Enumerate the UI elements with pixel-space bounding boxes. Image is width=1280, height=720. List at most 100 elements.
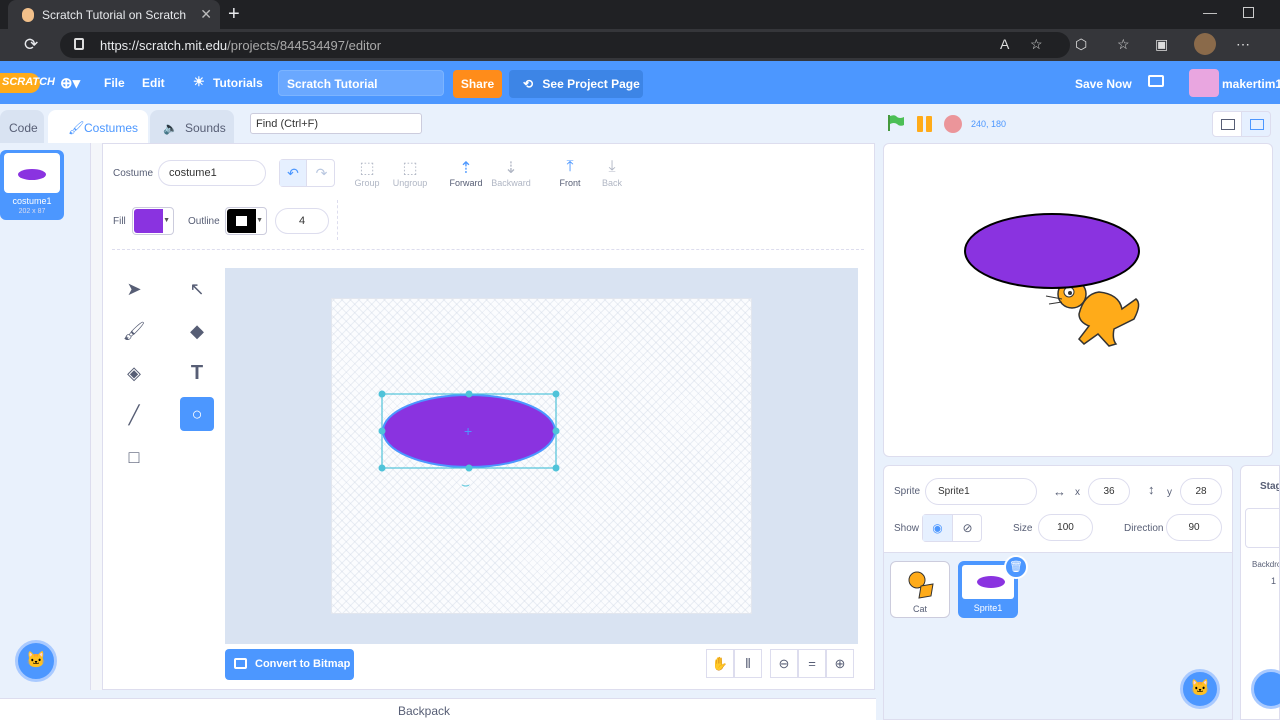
backdrop-thumbnail[interactable] [1245, 508, 1279, 548]
close-tab-icon[interactable]: ✕ [200, 6, 212, 23]
circle-tool[interactable]: ○ [180, 397, 214, 431]
y-input[interactable]: 28 [1180, 478, 1222, 505]
browser-tab[interactable]: Scratch Tutorial on Scratch ✕ [8, 0, 220, 29]
more-icon[interactable]: ⋯ [1236, 36, 1250, 53]
costume-name-input[interactable]: costume1 [158, 160, 266, 186]
rectangle-tool[interactable]: □ [117, 440, 151, 474]
my-stuff-folder-icon[interactable] [1148, 75, 1164, 87]
see-project-icon: ⟲ [523, 77, 537, 91]
sprite-tile-cat[interactable]: Cat [890, 561, 950, 618]
username[interactable]: makertim13 [1222, 77, 1280, 91]
project-title-input[interactable]: Scratch Tutorial [278, 70, 444, 96]
large-stage-button[interactable] [1241, 111, 1271, 137]
chevron-down-icon: ▼ [256, 217, 263, 224]
backdrops-label: Backdrops [1252, 560, 1279, 569]
lock-icon[interactable] [74, 38, 84, 50]
tutorials-bulb-icon: ☀ [193, 74, 205, 89]
fill-color-swatch [134, 209, 163, 233]
maximize-icon[interactable] [1243, 7, 1254, 18]
front-button[interactable]: ⤒ Front [555, 158, 585, 188]
favorites-bar-icon[interactable]: ☆ [1117, 36, 1130, 53]
read-aloud-icon[interactable]: A [1000, 36, 1009, 52]
save-now-button[interactable]: Save Now [1075, 77, 1132, 91]
size-input[interactable]: 100 [1038, 514, 1093, 541]
costume-tile[interactable]: costume1 202 x 87 [0, 150, 64, 220]
reload-icon[interactable]: ⟳ [24, 35, 38, 55]
green-flag-icon[interactable] [887, 114, 905, 132]
outline-width-input[interactable]: 4 [275, 208, 329, 234]
convert-to-bitmap-button[interactable]: Convert to Bitmap [225, 649, 354, 680]
redo-button[interactable]: ↷ [308, 160, 335, 186]
brush-tool[interactable]: 🖌 [117, 314, 151, 348]
new-tab-icon[interactable]: + [228, 3, 240, 26]
fill-tool[interactable]: ◈ [117, 356, 151, 390]
tab-sounds[interactable]: 🔈 Sounds [150, 110, 234, 143]
choose-sprite-fab[interactable]: 🐱 [1180, 669, 1220, 709]
browser-tabbar: Scratch Tutorial on Scratch ✕ + — [0, 0, 1280, 29]
collections-icon[interactable]: ▣ [1155, 36, 1168, 53]
forward-button[interactable]: ⇡ Forward [448, 158, 484, 188]
url-input[interactable]: https://scratch.mit.edu/projects/8445344… [60, 32, 1070, 58]
ungroup-button[interactable]: ⬚ Ungroup [390, 158, 430, 188]
stage[interactable] [883, 143, 1273, 457]
scratch-logo[interactable]: SCRATCH [0, 73, 55, 93]
select-tool[interactable]: ➤ [117, 272, 151, 306]
scratch-menubar: SCRATCH ⊕▾ File Edit ☀ Tutorials Scratch… [0, 61, 1280, 104]
backward-icon: ⇣ [504, 160, 518, 177]
tutorials-menu[interactable]: Tutorials [213, 76, 263, 90]
image-icon [234, 658, 247, 669]
outline-color-picker[interactable]: ▼ [225, 207, 267, 235]
pause-icon[interactable] [917, 116, 935, 137]
group-label: Group [354, 178, 380, 188]
delete-sprite-trash-icon[interactable]: 🗑 [1004, 555, 1028, 579]
favorite-icon[interactable]: ☆ [1030, 36, 1043, 53]
stage-coordinates: 240, 180 [971, 119, 1007, 129]
sprite-name-input[interactable]: Sprite1 [925, 478, 1037, 505]
fill-color-picker[interactable]: ▼ [132, 207, 174, 235]
zoom-in-icon[interactable]: ⊕ [826, 649, 854, 678]
minimize-icon[interactable]: — [1203, 4, 1217, 20]
line-tool[interactable]: ╱ [117, 398, 151, 432]
share-button[interactable]: Share [453, 70, 502, 98]
find-input[interactable]: Find (Ctrl+F) [250, 113, 422, 134]
group-button[interactable]: ⬚ Group [350, 158, 384, 188]
tab-costumes[interactable]: 🖌 Costumes [48, 110, 148, 143]
cat-sprite[interactable] [1045, 279, 1140, 347]
small-stage-button[interactable] [1212, 111, 1242, 137]
edit-menu[interactable]: Edit [142, 76, 165, 90]
stop-icon[interactable] [944, 115, 962, 133]
tab-code[interactable]: Code [0, 110, 44, 143]
zoom-out-icon[interactable]: ⊖ [770, 649, 798, 678]
reshape-tool[interactable]: ↖ [180, 272, 214, 306]
horizontal-arrows-icon: ↔ [1053, 484, 1066, 499]
eraser-tool[interactable]: ◆ [180, 314, 214, 348]
choose-costume-fab[interactable]: 🐱 [15, 640, 57, 682]
file-menu[interactable]: File [104, 76, 125, 90]
zoom-reset-icon[interactable]: = [798, 649, 826, 678]
costume-label: Costume [113, 168, 154, 179]
costume-list-scrollbar[interactable] [90, 143, 102, 690]
backpack[interactable]: Backpack [0, 698, 876, 720]
hide-eye-icon[interactable]: ⊘ [953, 515, 982, 541]
rotate-handle-icon[interactable]: ⌣ [461, 476, 470, 492]
stage-canvas[interactable] [884, 144, 1273, 457]
see-project-label: See Project Page [542, 77, 640, 91]
extensions-icon[interactable]: ⬡ [1075, 36, 1087, 53]
fill-label: Fill [113, 216, 126, 227]
language-globe-icon[interactable]: ⊕▾ [60, 74, 80, 92]
x-input[interactable]: 36 [1088, 478, 1130, 505]
ellipse-sprite[interactable] [964, 213, 1140, 289]
see-project-page-button[interactable]: ⟲ See Project Page [509, 70, 643, 98]
pan-hand-icon[interactable]: ✋ [706, 649, 734, 678]
backward-button[interactable]: ⇣ Backward [490, 158, 532, 188]
sound-wave-icon[interactable]: ⦀ [734, 649, 762, 678]
text-tool[interactable]: T [180, 356, 214, 390]
direction-input[interactable]: 90 [1166, 514, 1222, 541]
show-visible-eye-icon[interactable]: ◉ [923, 515, 953, 541]
back-button[interactable]: ⤓ Back [597, 158, 627, 188]
undo-button[interactable]: ↶ [280, 160, 307, 186]
profile-avatar[interactable] [1194, 33, 1216, 55]
selected-ellipse[interactable]: + ⌣ [370, 385, 570, 495]
address-bar: ⟳ https://scratch.mit.edu/projects/84453… [0, 29, 1280, 61]
user-avatar[interactable] [1189, 69, 1219, 97]
